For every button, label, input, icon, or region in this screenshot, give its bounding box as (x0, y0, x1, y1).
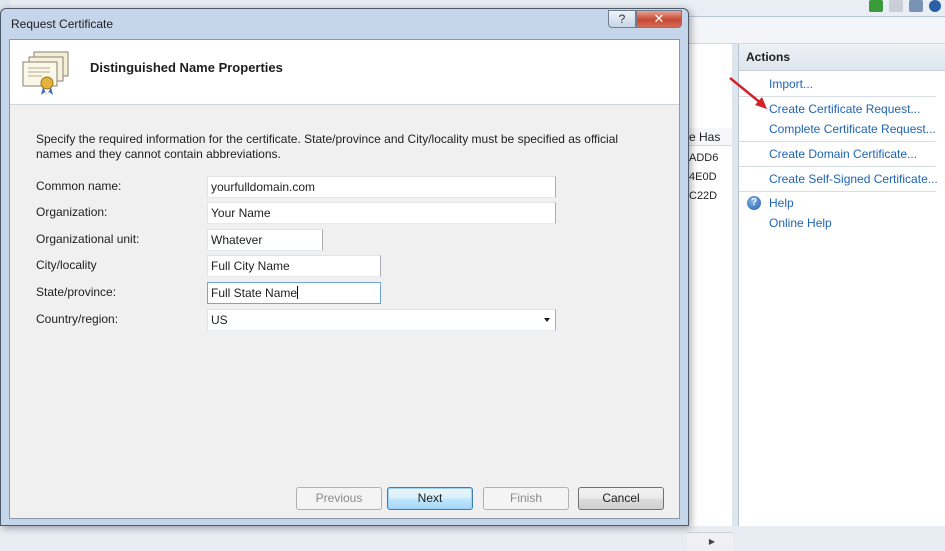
stop-icon[interactable] (889, 0, 903, 12)
hash-cell[interactable]: ADD6 (689, 152, 733, 164)
instructions-text: Specify the required information for the… (36, 132, 619, 161)
next-button[interactable]: Next (387, 487, 473, 510)
text-cursor (297, 286, 299, 299)
state-label: State/province: (36, 285, 117, 299)
background-toolbar (686, 17, 945, 44)
help-button[interactable]: ? (608, 10, 636, 28)
annotation-arrow-icon (729, 77, 767, 109)
online-help-link[interactable]: Online Help (769, 216, 832, 230)
help-icon[interactable] (929, 0, 941, 12)
common-name-field[interactable]: yourfulldomain.com (207, 176, 556, 198)
organization-field[interactable]: Your Name (207, 202, 556, 224)
dialog-header: Distinguished Name Properties (10, 40, 679, 105)
organizational-unit-label: Organizational unit: (36, 232, 140, 246)
background-titlebar (686, 0, 945, 17)
divider (739, 166, 936, 167)
refresh-icon[interactable] (869, 0, 883, 12)
country-value: US (211, 313, 228, 327)
close-button[interactable]: ✕ (636, 10, 682, 28)
dialog-title: Request Certificate (11, 17, 114, 31)
divider (739, 191, 936, 192)
common-name-label: Common name: (36, 179, 122, 193)
home-icon[interactable] (909, 0, 923, 12)
request-certificate-dialog: Request Certificate ? ✕ Distinguished Na… (0, 8, 689, 526)
state-value: Full State Name (211, 286, 298, 300)
hash-column-header[interactable]: e Has (687, 128, 733, 146)
dialog-titlebar[interactable]: Request Certificate ? ✕ (1, 9, 688, 39)
organizational-unit-field[interactable]: Whatever (207, 229, 323, 251)
help-icon: ? (747, 196, 761, 210)
complete-certificate-request-link[interactable]: Complete Certificate Request... (769, 122, 936, 136)
create-self-signed-certificate-link[interactable]: Create Self-Signed Certificate... (769, 172, 938, 186)
chevron-down-icon[interactable] (544, 318, 550, 322)
finish-button[interactable]: Finish (483, 487, 569, 510)
city-label: City/locality (36, 258, 97, 272)
create-certificate-request-link[interactable]: Create Certificate Request... (769, 102, 920, 116)
state-field[interactable]: Full State Name (207, 282, 381, 304)
actions-title: Actions (739, 44, 945, 71)
city-field[interactable]: Full City Name (207, 255, 381, 277)
organization-label: Organization: (36, 205, 108, 219)
actions-pane: Actions Import... Create Certificate Req… (738, 44, 945, 526)
certificates-list: e Has ADD6 4E0D C22D ▶ (686, 44, 733, 551)
scroll-right-icon[interactable]: ▶ (709, 537, 715, 546)
import-link[interactable]: Import... (769, 77, 813, 91)
hash-cell[interactable]: C22D (689, 190, 733, 202)
create-domain-certificate-link[interactable]: Create Domain Certificate... (769, 147, 917, 161)
horizontal-scrollbar[interactable]: ▶ (687, 532, 733, 551)
divider (739, 141, 936, 142)
help-link[interactable]: Help (769, 196, 794, 210)
hash-cell[interactable]: 4E0D (689, 171, 733, 183)
country-select[interactable]: US (207, 309, 556, 331)
certificate-icon (22, 51, 69, 95)
dialog-client-area: Distinguished Name Properties Specify th… (9, 39, 680, 519)
country-label: Country/region: (36, 312, 119, 326)
cancel-button[interactable]: Cancel (578, 487, 664, 510)
previous-button[interactable]: Previous (296, 487, 382, 510)
page-title: Distinguished Name Properties (90, 60, 283, 75)
